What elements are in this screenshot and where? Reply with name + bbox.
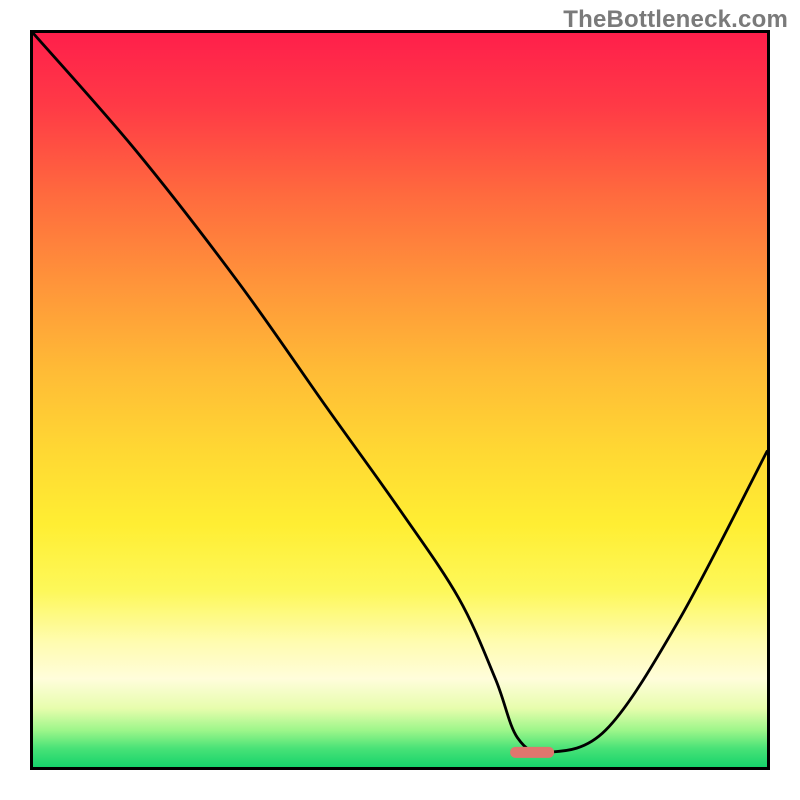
minimum-marker <box>510 747 554 758</box>
chart-container: TheBottleneck.com <box>0 0 800 800</box>
bottleneck-curve <box>33 33 767 753</box>
chart-overlay-svg <box>33 33 767 767</box>
watermark-text: TheBottleneck.com <box>563 6 788 34</box>
plot-area <box>30 30 770 770</box>
